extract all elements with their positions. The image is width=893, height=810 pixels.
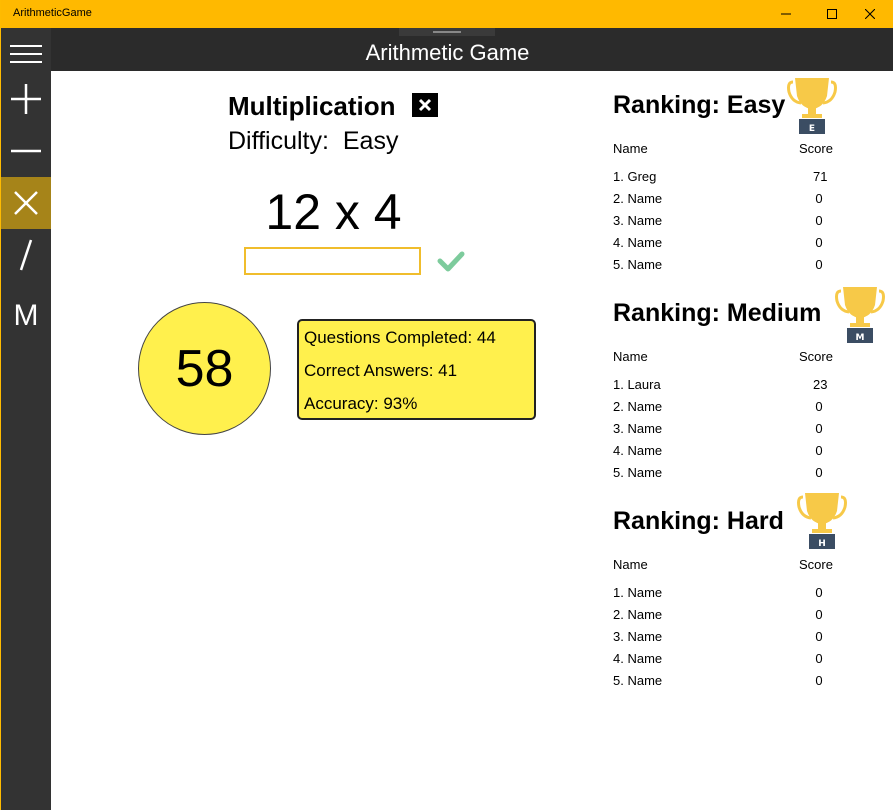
questions-completed: Questions Completed: 44 [304, 328, 496, 347]
close-icon [865, 9, 875, 19]
sidebar-item-division[interactable] [1, 229, 51, 281]
ranking-title: Ranking: Hard [613, 507, 784, 535]
close-icon [418, 98, 432, 112]
minimize-icon [781, 13, 791, 15]
trophy-badge: E [809, 124, 815, 134]
hamburger-icon [10, 45, 42, 63]
table-row: 4. Name 0 [613, 651, 823, 666]
close-button[interactable] [847, 0, 893, 28]
trophy-badge: M [856, 333, 865, 343]
table-row: 2. Name 0 [613, 191, 823, 206]
sidebar-item-multiplication[interactable] [1, 177, 51, 229]
table-row: 3. Name 0 [613, 629, 823, 644]
table-row: 5. Name 0 [613, 465, 823, 480]
trophy-icon: M [835, 287, 885, 343]
table-row: 2. Name 0 [613, 399, 823, 414]
score-header: Score [799, 557, 833, 572]
table-row: 5. Name 0 [613, 257, 823, 272]
table-row: 1. Greg 71 [613, 169, 828, 184]
answer-input[interactable] [244, 247, 421, 275]
maximize-icon [827, 9, 837, 19]
difficulty-value: Easy [342, 127, 399, 155]
table-row: 1. Name 0 [613, 585, 823, 600]
table-row: 4. Name 0 [613, 443, 823, 458]
name-header: Name [613, 349, 648, 364]
main-content: Multiplication Difficulty: Easy 12 x 4 5… [51, 71, 893, 810]
table-row: 3. Name 0 [613, 421, 823, 436]
sidebar-item-subtraction[interactable] [1, 125, 51, 177]
times-icon [14, 191, 38, 215]
ranking-title: Ranking: Medium [613, 299, 822, 327]
table-row: 4. Name 0 [613, 235, 823, 250]
drag-handle[interactable] [399, 28, 495, 36]
score-header: Score [799, 141, 833, 156]
name-header: Name [613, 557, 648, 572]
name-header: Name [613, 141, 648, 156]
window-title: ArithmeticGame [13, 7, 92, 19]
timer-circle: 58 [138, 302, 271, 435]
app-window: ArithmeticGame Arithmetic Game M Multipl… [0, 0, 893, 810]
trophy-icon: H [797, 493, 847, 549]
submit-answer-button[interactable] [436, 247, 466, 275]
stats-panel: Questions Completed: 44 Correct Answers:… [297, 319, 536, 420]
trophy-badge: H [818, 539, 826, 549]
title-bar: ArithmeticGame [1, 0, 893, 28]
table-row: 3. Name 0 [613, 213, 823, 228]
trophy-icon: E [787, 78, 837, 134]
accuracy: Accuracy: 93% [304, 394, 418, 413]
page-title: Arithmetic Game [365, 40, 530, 65]
correct-answers: Correct Answers: 41 [304, 361, 458, 380]
end-game-button[interactable] [412, 93, 438, 117]
sidebar-item-addition[interactable] [1, 73, 51, 125]
minimize-button[interactable] [763, 0, 809, 28]
table-row: 2. Name 0 [613, 607, 823, 622]
mixed-label: M [13, 299, 39, 332]
difficulty-display: Difficulty: Easy [228, 127, 398, 156]
app-header: Arithmetic Game [1, 28, 893, 71]
slash-icon [19, 239, 33, 271]
sidebar: M [1, 28, 51, 810]
score-header: Score [799, 349, 833, 364]
plus-icon [11, 84, 41, 114]
operation-title: Multiplication [228, 91, 396, 121]
table-row: 5. Name 0 [613, 673, 823, 688]
ranking-title: Ranking: Easy [613, 91, 786, 119]
sidebar-item-mixed[interactable]: M [1, 290, 51, 342]
check-icon [437, 251, 465, 272]
minus-icon [11, 149, 41, 153]
table-row: 1. Laura 23 [613, 377, 828, 392]
math-problem: 12 x 4 [265, 184, 402, 240]
difficulty-label: Difficulty: [228, 127, 329, 155]
